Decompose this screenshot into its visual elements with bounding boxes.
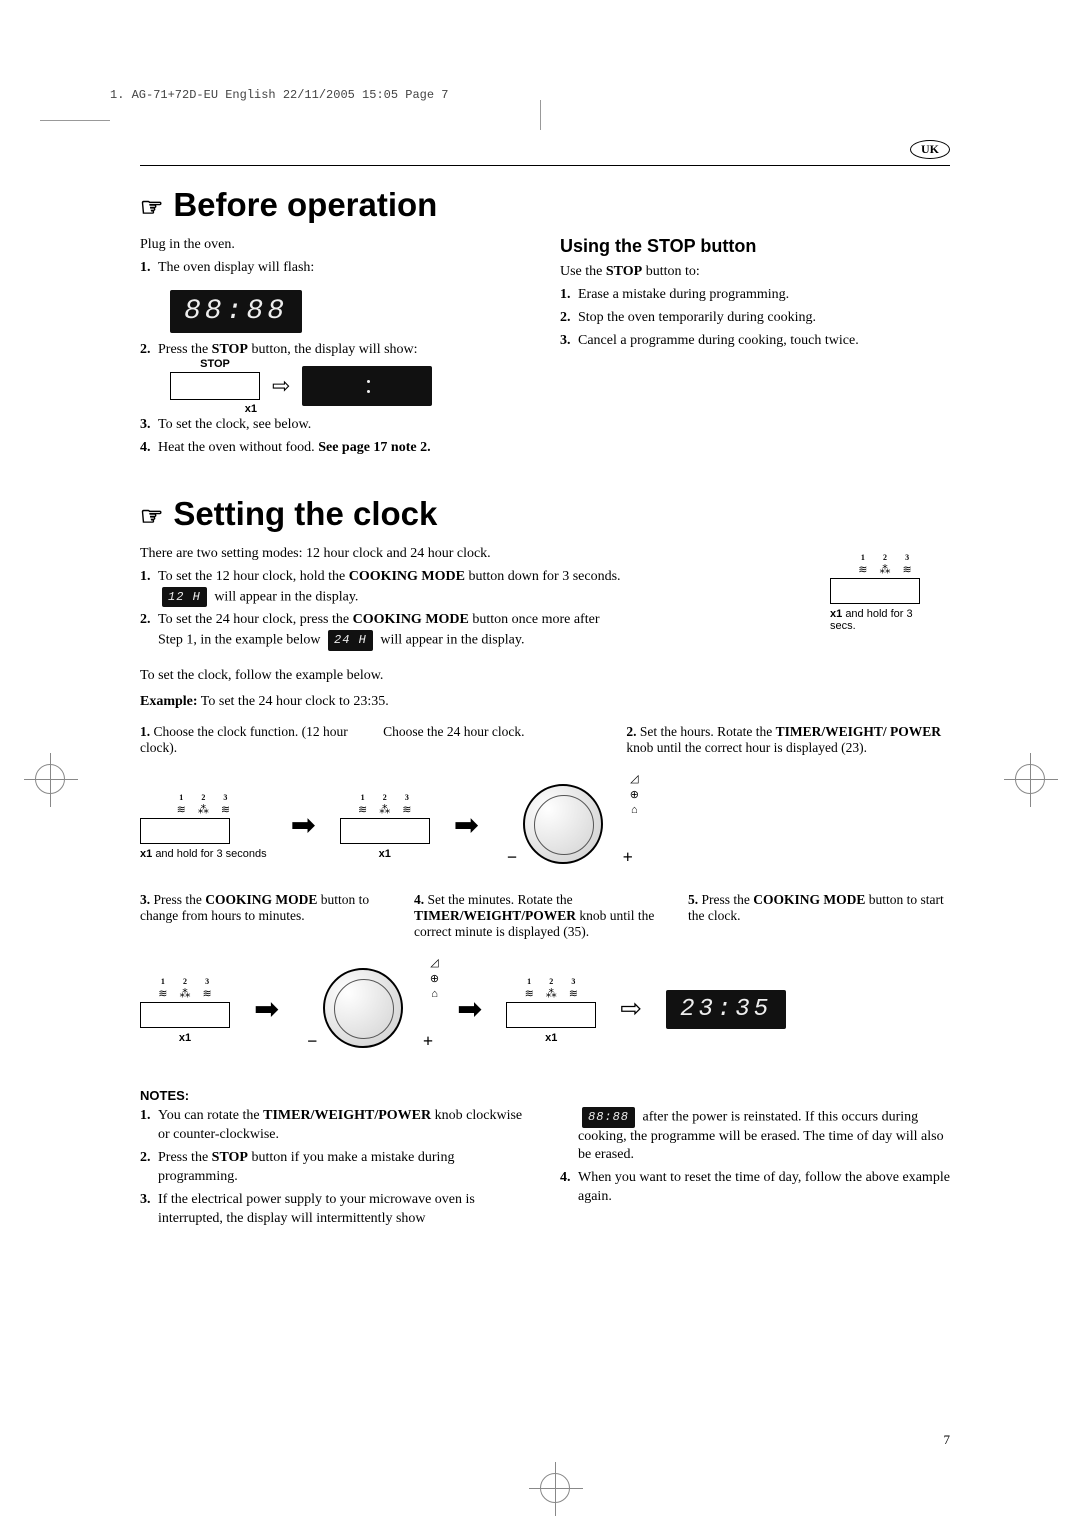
cooking-mode-button-side: 1≋ 2⁂ 3≋ x1 x1 and hold for 3 secs.and h… (830, 551, 940, 632)
print-header: 1. AG-71+72D-EU English 22/11/2005 15:05… (110, 88, 448, 102)
note-4: 4.When you want to reset the time of day… (560, 1169, 950, 1207)
region-badge: UK (910, 140, 950, 159)
note-3-part1: 3.If the electrical power supply to your… (140, 1191, 530, 1229)
step-1: 1. Choose the clock function. (12 hour c… (140, 724, 371, 756)
timer-knob-step2: ◿⊕⌂ − + (503, 770, 633, 880)
notes-header: NOTES: (140, 1088, 950, 1103)
before-item-4: 4.Heat the oven without food. See page 1… (140, 439, 530, 458)
mode-button-step1b: 1≋2⁂3≋ x1 (340, 791, 430, 860)
hand-pointer-icon: ☞ (140, 192, 163, 223)
clock-mode-24: 2.To set the 24 hour clock, press the CO… (140, 611, 800, 650)
mode-button-step1: 1≋2⁂3≋ x1 x1 and hold for 3 secondsand h… (140, 791, 267, 860)
arrow-icon: ➡ (291, 808, 316, 843)
timer-knob-step4: ◿⊕⌂ − + (303, 954, 433, 1064)
clock-intro: There are two setting modes: 12 hour clo… (140, 545, 800, 564)
note-2: 2.Press the STOP button if you make a mi… (140, 1149, 530, 1187)
before-item-1: 1.The oven display will flash: (140, 259, 530, 278)
mode-button-step3: 1≋2⁂3≋ x1 (140, 975, 230, 1044)
section-title-before: ☞ Before operation (140, 186, 950, 224)
step-5: 5. Press the COOKING MODE button to star… (688, 892, 950, 924)
note-1: 1.You can rotate the TIMER/WEIGHT/POWER … (140, 1107, 530, 1145)
note-3-part2: 88:88 after the power is reinstated. If … (560, 1107, 950, 1165)
lcd-badge-12h: 12 H (162, 587, 207, 607)
arrow-icon: ➡ (454, 808, 479, 843)
mode-button-step5: 1≋2⁂3≋ x1 (506, 975, 596, 1044)
lcd-display-final: 23:35 (666, 990, 786, 1029)
arrow-right-icon: ⇨ (620, 994, 642, 1024)
arrow-icon: ➡ (457, 992, 482, 1027)
before-item-2: 2.Press the STOP button, the display wil… (140, 341, 530, 360)
clock-follow: To set the clock, follow the example bel… (140, 667, 950, 686)
arrow-icon: ➡ (254, 992, 279, 1027)
stop-intro: Use the STOP button to: (560, 263, 950, 282)
lcd-badge-24h: 24 H (328, 630, 373, 650)
page-number: 7 (944, 1432, 951, 1448)
lcd-display-colon (302, 366, 432, 406)
section-title-clock: ☞ Setting the clock (140, 495, 950, 533)
arrow-right-icon: ⇨ (272, 373, 290, 399)
clock-mode-12: 1.To set the 12 hour clock, hold the COO… (140, 568, 800, 607)
lcd-display-flash: 88:88 (170, 290, 302, 333)
step-4: 4. Set the minutes. Rotate the TIMER/WEI… (414, 892, 676, 940)
plug-in-text: Plug in the oven. (140, 236, 530, 255)
stop-button-graphic: STOP x1 (170, 372, 260, 400)
step-1b: Choose the 24 hour clock. (383, 724, 614, 740)
stop-item-3: 3.Cancel a programme during cooking, tou… (560, 332, 950, 351)
step-3: 3. Press the COOKING MODE button to chan… (140, 892, 402, 924)
before-item-3: 3.To set the clock, see below. (140, 416, 530, 435)
lcd-badge-flash: 88:88 (582, 1107, 635, 1127)
clock-example: Example: To set the 24 hour clock to 23:… (140, 693, 950, 712)
stop-item-2: 2.Stop the oven temporarily during cooki… (560, 309, 950, 328)
stop-item-1: 1.Erase a mistake during programming. (560, 286, 950, 305)
stop-section-title: Using the STOP button (560, 236, 950, 257)
hand-pointer-icon: ☞ (140, 501, 163, 532)
step-2: 2. Set the hours. Rotate the TIMER/WEIGH… (626, 724, 950, 756)
